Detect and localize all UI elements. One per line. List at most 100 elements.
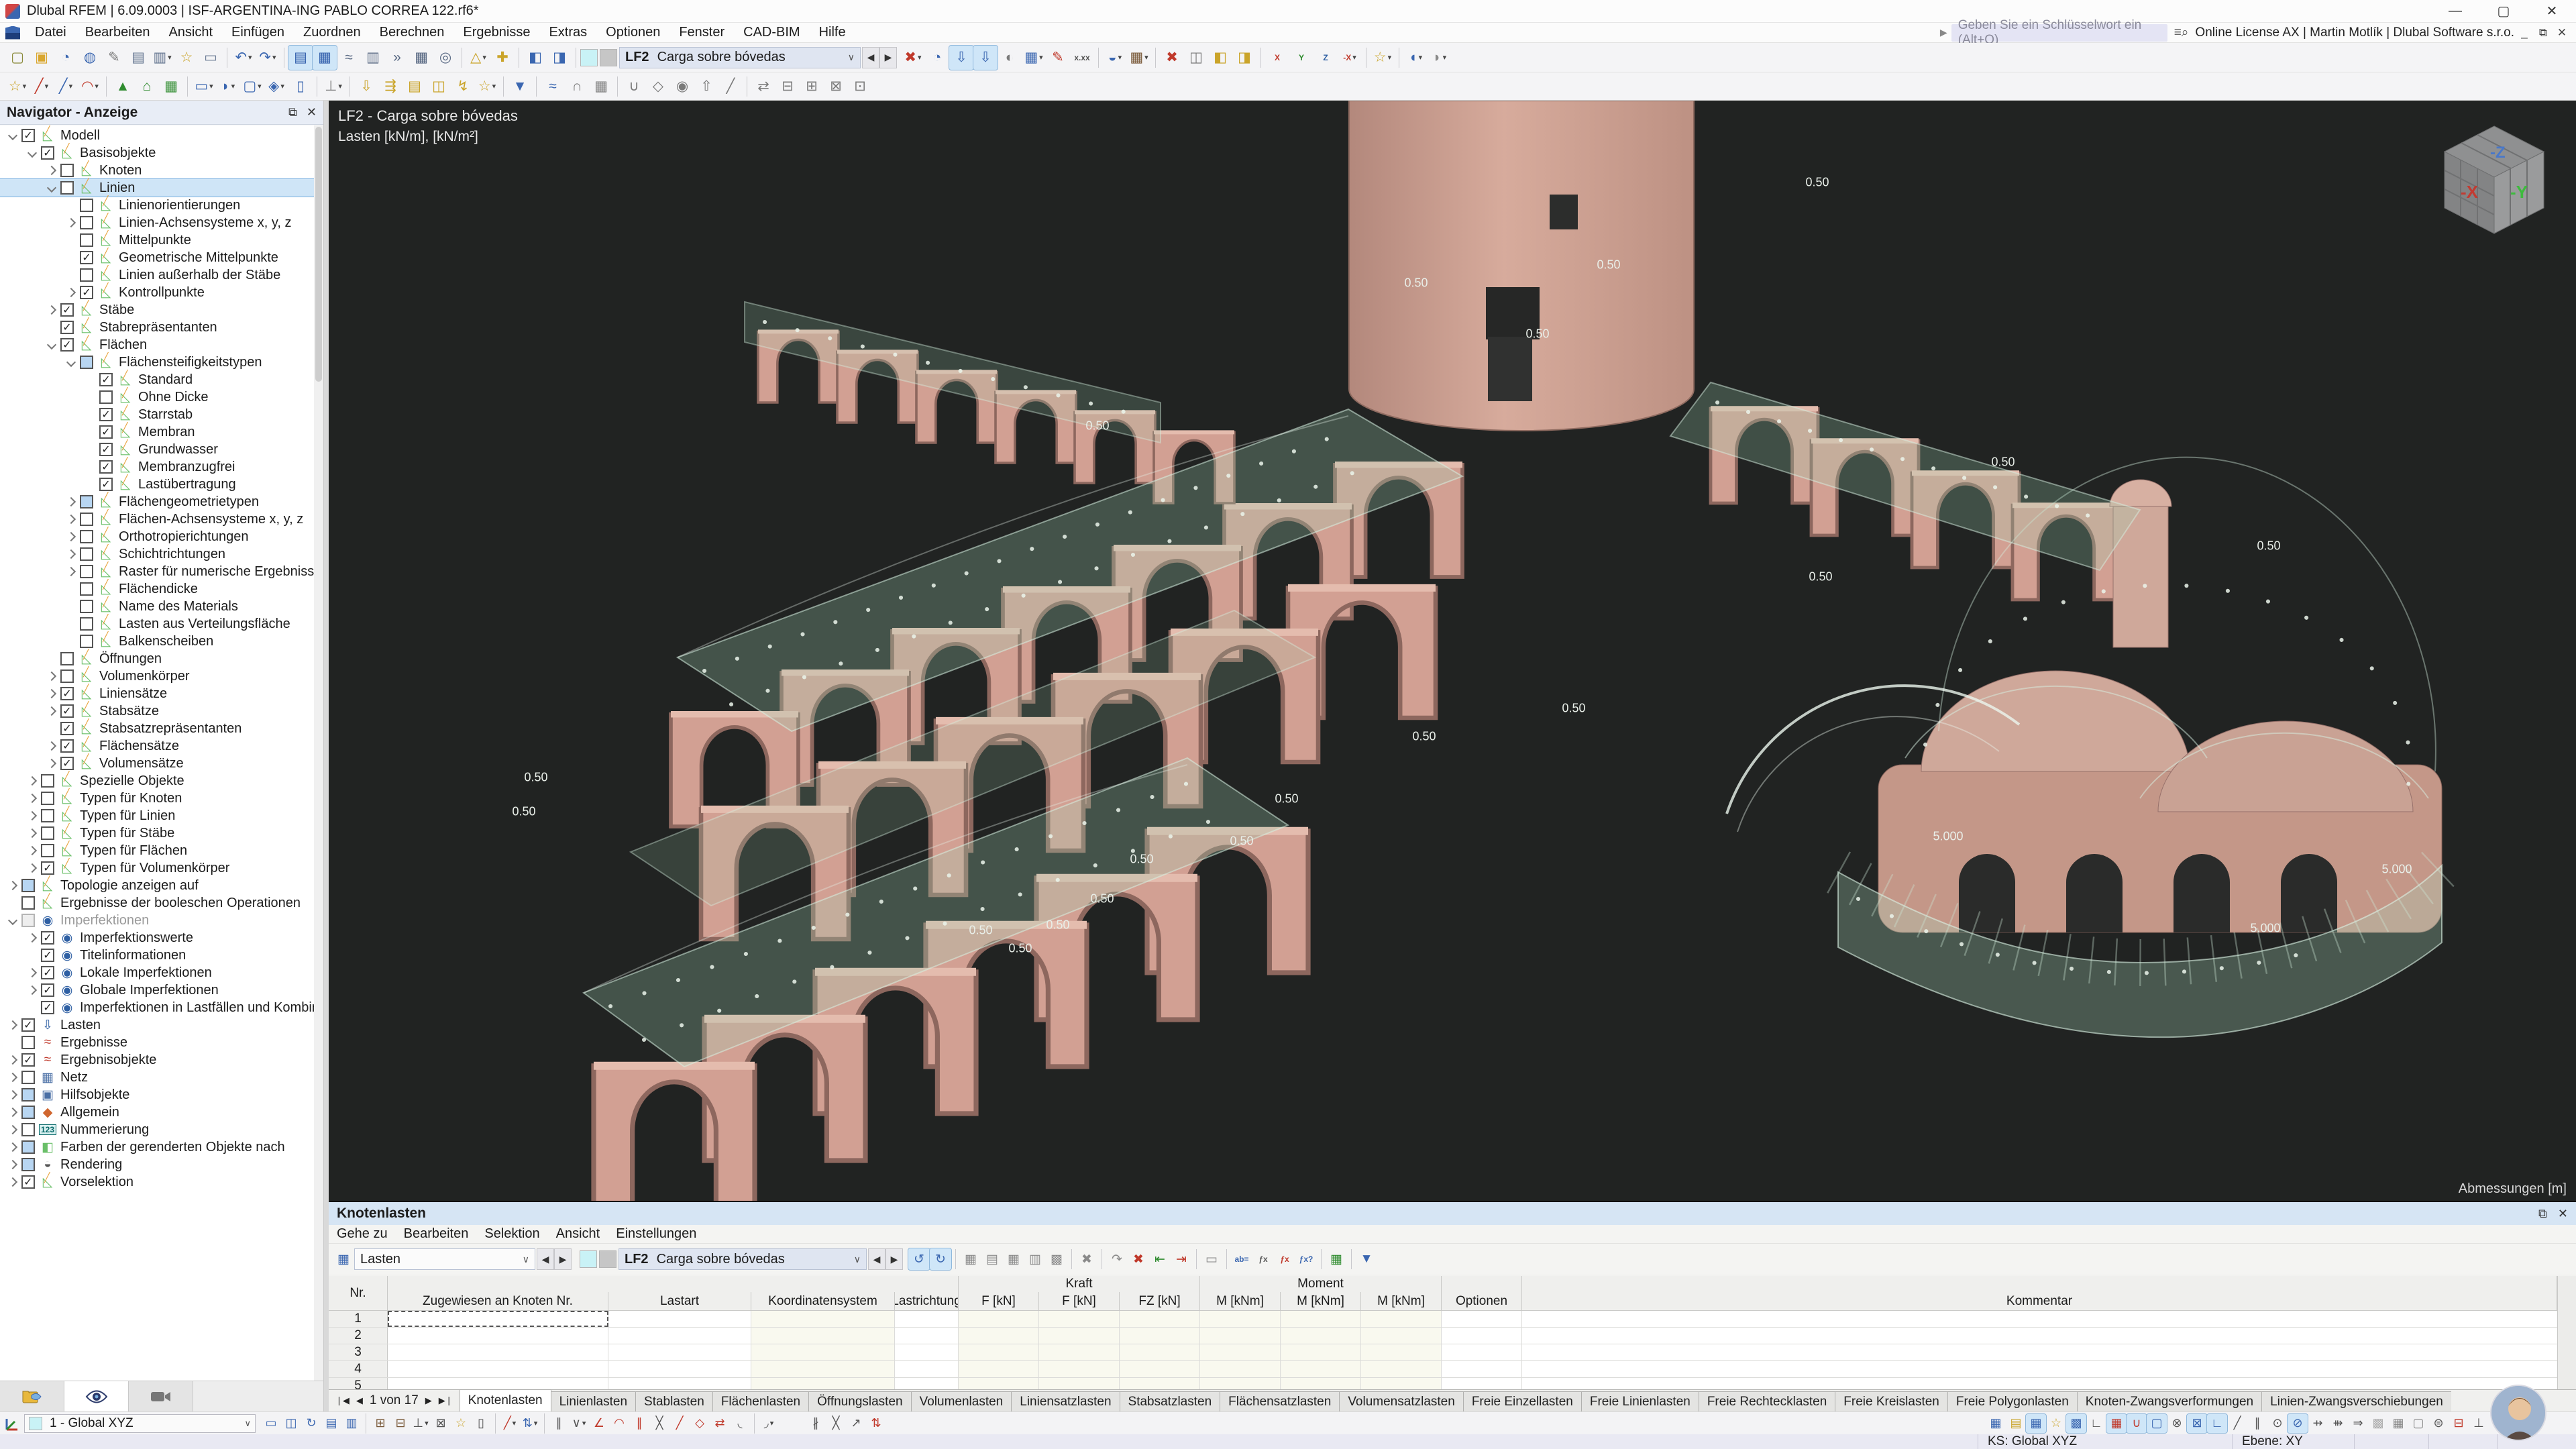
table-cell[interactable] — [751, 1361, 895, 1377]
tree-item-titelinformationen[interactable]: ✓◉Titelinformationen — [0, 947, 314, 964]
table-cells-icon[interactable]: ▩ — [1046, 1248, 1067, 1270]
grid-star-icon[interactable]: ☆ — [2046, 1414, 2066, 1433]
checkbox[interactable] — [80, 635, 93, 648]
snap-skew-icon[interactable]: ╱ — [669, 1414, 690, 1433]
checkbox[interactable]: ✓ — [80, 251, 93, 264]
search-icon[interactable]: ≡⌕ — [2174, 25, 2189, 40]
corner-snap-icon[interactable]: ∟ — [2207, 1414, 2227, 1433]
support-icon[interactable]: ◔ — [54, 46, 78, 70]
table-cell[interactable] — [608, 1328, 751, 1344]
panel-load-case-select[interactable]: LF2 Carga sobre bóvedas ∨ — [619, 1248, 867, 1270]
checkbox[interactable] — [21, 914, 35, 927]
chevron-right-icon[interactable] — [4, 1161, 21, 1168]
flat-view-icon[interactable]: ⊟ — [2449, 1414, 2469, 1433]
move-y-icon[interactable]: Y — [1289, 46, 1313, 70]
panel-menu-item-1[interactable]: Bearbeiten — [396, 1225, 477, 1244]
chevron-right-icon[interactable] — [62, 498, 80, 505]
dim-grid-icon[interactable]: ▩ — [2368, 1414, 2388, 1433]
maximize-button[interactable]: ▢ — [2479, 0, 2528, 23]
magnet-snap-icon[interactable]: ∪ — [2127, 1414, 2147, 1433]
new-member-load-icon[interactable]: ▤ — [402, 74, 427, 99]
tree-item-stabs-tze[interactable]: ✓◺Stabsätze — [0, 702, 314, 720]
prev-case-button[interactable]: ◀ — [868, 1248, 885, 1270]
section-toggle-icon[interactable]: » — [385, 46, 409, 70]
table-cell[interactable] — [1361, 1311, 1442, 1327]
column-header-10[interactable]: M [kNm] — [1361, 1292, 1442, 1311]
pin-left-icon[interactable]: ◧ — [523, 46, 547, 70]
checkbox[interactable] — [41, 826, 54, 840]
view-cube[interactable]: -Z -X -Y — [2436, 121, 2552, 236]
checkbox[interactable] — [80, 547, 93, 561]
tree-item-geometrische-mittelpunkte[interactable]: ✓◺Geometrische Mittelpunkte — [0, 249, 314, 266]
film-strip-icon[interactable]: ▦ — [589, 74, 613, 99]
ellipse-snap-icon[interactable]: ⊘ — [2288, 1414, 2308, 1433]
rename-icon[interactable]: ab= — [1231, 1248, 1252, 1270]
project-object-icon[interactable]: ⊟ — [390, 1414, 411, 1433]
checkbox[interactable]: ✓ — [60, 303, 74, 317]
checkbox[interactable]: ✓ — [21, 129, 35, 142]
filter-table-icon[interactable]: ▼ — [1356, 1248, 1377, 1270]
tree-item-volumens-tze[interactable]: ✓◺Volumensätze — [0, 755, 314, 772]
scale-object-icon[interactable]: ⊞ — [370, 1414, 390, 1433]
no-snap-icon[interactable]: ⊗ — [2167, 1414, 2187, 1433]
panel-menu-item-4[interactable]: Einstellungen — [608, 1225, 704, 1244]
chevron-right-icon[interactable] — [23, 934, 41, 941]
tree-item-lasten[interactable]: ✓⇩Lasten — [0, 1016, 314, 1034]
copy-surface-icon[interactable]: ◨ — [1232, 46, 1256, 70]
checkbox[interactable]: ✓ — [21, 1018, 35, 1032]
filter-icon[interactable]: ▼ — [508, 74, 532, 99]
tree-item-kontrollpunkte[interactable]: ✓◺Kontrollpunkte — [0, 284, 314, 301]
prev-page-button[interactable]: ◀ — [356, 1395, 363, 1406]
table-cell[interactable] — [1522, 1344, 2576, 1360]
snap-tan-icon[interactable]: ◟ — [730, 1414, 750, 1433]
column-header-7[interactable]: FZ [kN] — [1120, 1292, 1200, 1311]
tree-item-grundwasser[interactable]: ✓◺Grundwasser — [0, 441, 314, 458]
new-support-icon[interactable]: ⊥▾ — [321, 74, 345, 99]
chevron-right-icon[interactable] — [62, 516, 80, 523]
column-header-4[interactable]: Lastrichtung — [895, 1292, 959, 1311]
cross-grid-icon[interactable]: ╳ — [826, 1414, 846, 1433]
measure-icon[interactable]: ⊥▾ — [411, 1414, 431, 1433]
tree-item-raster-f-r-numerische-ergebnisse[interactable]: ◺Raster für numerische Ergebnisse — [0, 563, 314, 580]
checkbox[interactable]: ✓ — [60, 321, 74, 334]
mesh-grid-icon[interactable]: ▦ — [2388, 1414, 2408, 1433]
snap-parallel-icon[interactable]: ∥ — [629, 1414, 649, 1433]
prev-category-button[interactable]: ◀ — [537, 1248, 554, 1270]
column-header-6[interactable]: F [kN] — [1039, 1292, 1120, 1311]
tree-item-ffnungen[interactable]: ◺Öffnungen — [0, 650, 314, 667]
menu-item-2[interactable]: Ansicht — [159, 23, 222, 43]
chevron-right-icon[interactable] — [23, 865, 41, 871]
tree-item-basisobjekte[interactable]: ✓◺Basisobjekte — [0, 144, 314, 162]
guide-line-icon[interactable]: ◞▾ — [759, 1414, 779, 1433]
tree-item-fl-chen[interactable]: ✓◺Flächen — [0, 336, 314, 354]
snap-join-icon[interactable]: ⇄ — [710, 1414, 730, 1433]
raise-tool-icon[interactable]: ⇧ — [694, 74, 718, 99]
grid-points-icon[interactable]: ▩ — [2066, 1414, 2086, 1433]
column-header-8[interactable]: M [kNm] — [1200, 1292, 1281, 1311]
tree-item-fl-chensteifigkeitstypen[interactable]: ◺Flächensteifigkeitstypen — [0, 354, 314, 371]
first-page-button[interactable]: ❘◀ — [335, 1395, 350, 1406]
chevron-right-icon[interactable] — [43, 673, 60, 680]
checkbox[interactable]: ✓ — [60, 739, 74, 753]
table-top-icon[interactable]: ▤ — [981, 1248, 1003, 1270]
checkbox[interactable] — [21, 1140, 35, 1154]
checkbox[interactable] — [99, 390, 113, 404]
table-cell[interactable] — [1281, 1311, 1361, 1327]
checkbox[interactable] — [21, 1123, 35, 1136]
checkbox[interactable]: ✓ — [41, 949, 54, 962]
tab-knoten-zwangsverformungen[interactable]: Knoten-Zwangsverformungen — [2077, 1391, 2262, 1411]
new-line-load-icon[interactable]: ⇶ — [378, 74, 402, 99]
tree-item-last-bertragung[interactable]: ✓◺Lastübertragung — [0, 476, 314, 493]
notch-tool-icon[interactable]: ∪ — [622, 74, 646, 99]
panel-close-icon[interactable]: ✕ — [2558, 1207, 2568, 1221]
table-cell[interactable] — [1039, 1311, 1120, 1327]
user-avatar[interactable] — [2490, 1385, 2546, 1441]
next-category-button[interactable]: ▶ — [554, 1248, 572, 1270]
load-case-select[interactable]: LF2 Carga sobre bóvedas ∨ — [619, 47, 861, 68]
tree-item-fl-chens-tze[interactable]: ✓◺Flächensätze — [0, 737, 314, 755]
snap-grid-icon[interactable]: ▦ — [2106, 1414, 2127, 1433]
abacus-icon[interactable]: ▦▾ — [1127, 46, 1151, 70]
new-surface-mesh-icon[interactable]: ▦ — [159, 74, 183, 99]
chevron-right-icon[interactable] — [4, 1144, 21, 1150]
chevron-right-icon[interactable] — [43, 167, 60, 174]
